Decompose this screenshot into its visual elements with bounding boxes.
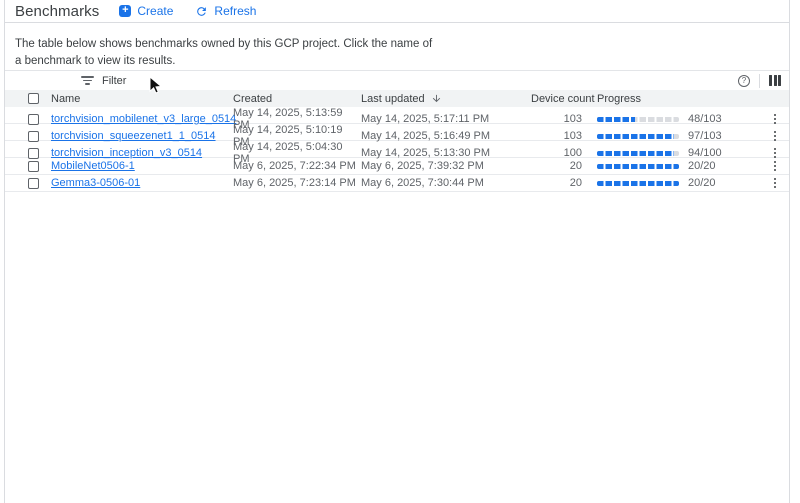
- progress-bar-fill: [597, 181, 679, 186]
- filter-input[interactable]: Filter: [81, 75, 126, 87]
- row-menu-cell: [761, 113, 789, 126]
- device-count-cell: 103: [531, 130, 597, 142]
- table-row: torchvision_inception_v3_0514 May 14, 202…: [5, 141, 789, 158]
- row-checkbox-cell: [28, 131, 51, 142]
- row-checkbox[interactable]: [28, 131, 39, 142]
- select-all-cell: [28, 93, 51, 104]
- toolbar-divider: [759, 74, 760, 88]
- device-count-cell: 20: [531, 160, 597, 172]
- description-line-2: a benchmark to view its results.: [15, 53, 789, 70]
- table-header-row: Name Created Last updated Device count P…: [5, 90, 789, 107]
- kebab-menu-icon[interactable]: [770, 130, 781, 143]
- kebab-menu-icon[interactable]: [770, 177, 781, 190]
- progress-cell: 20/20: [597, 160, 761, 172]
- row-checkbox[interactable]: [28, 178, 39, 189]
- benchmark-name-link[interactable]: Gemma3-0506-01: [51, 177, 140, 189]
- benchmark-name-cell: MobileNet0506-1: [51, 160, 233, 172]
- progress-bar-fill: [597, 134, 674, 139]
- create-button-label: Create: [137, 4, 173, 18]
- column-header-last-updated[interactable]: Last updated: [361, 93, 531, 105]
- refresh-button-label: Refresh: [214, 4, 256, 18]
- kebab-menu-icon[interactable]: [770, 147, 781, 160]
- table-row: torchvision_squeezenet1_1_0514 May 14, 20…: [5, 124, 789, 141]
- device-count-cell: 20: [531, 177, 597, 189]
- table-row: torchvision_mobilenet_v3_large_0514 May 1…: [5, 107, 789, 124]
- last-updated-cell: May 14, 2025, 5:17:11 PM: [361, 113, 531, 125]
- row-menu-cell: [761, 177, 789, 190]
- table-row: MobileNet0506-1 May 6, 2025, 7:22:34 PMMa…: [5, 158, 789, 175]
- benchmark-name-cell: Gemma3-0506-01: [51, 177, 233, 189]
- description-text: The table below shows benchmarks owned b…: [5, 23, 789, 70]
- row-checkbox[interactable]: [28, 114, 39, 125]
- select-all-checkbox[interactable]: [28, 93, 39, 104]
- refresh-icon: [195, 5, 208, 18]
- arrow-down-icon: [431, 93, 442, 104]
- benchmark-name-link[interactable]: MobileNet0506-1: [51, 160, 135, 172]
- benchmarks-panel: Benchmarks + Create Refresh The table be…: [4, 0, 790, 503]
- kebab-menu-icon[interactable]: [770, 113, 781, 126]
- filter-bar: Filter ?: [5, 70, 789, 90]
- last-updated-cell: May 14, 2025, 5:16:49 PM: [361, 130, 531, 142]
- row-checkbox-cell: [28, 178, 51, 189]
- page-title: Benchmarks: [15, 3, 99, 20]
- benchmark-name-link[interactable]: torchvision_squeezenet1_1_0514: [51, 130, 216, 142]
- kebab-menu-icon[interactable]: [770, 160, 781, 173]
- table-body: torchvision_mobilenet_v3_large_0514 May 1…: [5, 107, 789, 192]
- plus-icon: +: [119, 5, 131, 17]
- progress-bar: [597, 164, 679, 169]
- column-header-created[interactable]: Created: [233, 93, 361, 105]
- column-display-icon[interactable]: [769, 75, 781, 86]
- created-cell: May 6, 2025, 7:23:14 PM: [233, 177, 361, 189]
- progress-bar-fill: [597, 151, 674, 156]
- progress-bar: [597, 134, 679, 139]
- table-row: Gemma3-0506-01 May 6, 2025, 7:23:14 PMMay…: [5, 175, 789, 192]
- device-count-cell: 103: [531, 113, 597, 125]
- benchmark-name-link[interactable]: torchvision_inception_v3_0514: [51, 147, 202, 159]
- benchmarks-table: Name Created Last updated Device count P…: [5, 90, 789, 192]
- row-checkbox[interactable]: [28, 148, 39, 159]
- row-menu-cell: [761, 160, 789, 173]
- progress-label: 48/103: [688, 113, 722, 125]
- progress-cell: 20/20: [597, 177, 761, 189]
- benchmark-name-link[interactable]: torchvision_mobilenet_v3_large_0514: [51, 113, 236, 125]
- row-checkbox-cell: [28, 114, 51, 125]
- filter-label: Filter: [102, 75, 126, 87]
- progress-bar-fill: [597, 117, 635, 122]
- row-menu-cell: [761, 147, 789, 160]
- row-checkbox[interactable]: [28, 161, 39, 172]
- progress-bar-fill: [597, 164, 679, 169]
- device-count-cell: 100: [531, 147, 597, 159]
- progress-label: 94/100: [688, 147, 722, 159]
- progress-cell: 97/103: [597, 130, 761, 142]
- progress-cell: 48/103: [597, 113, 761, 125]
- table-toolbar-icons: ?: [738, 74, 781, 88]
- last-updated-cell: May 6, 2025, 7:30:44 PM: [361, 177, 531, 189]
- row-checkbox-cell: [28, 161, 51, 172]
- create-button[interactable]: + Create: [119, 4, 173, 18]
- progress-bar: [597, 151, 679, 156]
- created-cell: May 6, 2025, 7:22:34 PM: [233, 160, 361, 172]
- benchmark-name-cell: torchvision_mobilenet_v3_large_0514: [51, 113, 233, 125]
- progress-label: 97/103: [688, 130, 722, 142]
- column-header-device-count[interactable]: Device count: [531, 93, 597, 105]
- page-header: Benchmarks + Create Refresh: [5, 0, 789, 23]
- last-updated-cell: May 6, 2025, 7:39:32 PM: [361, 160, 531, 172]
- refresh-button[interactable]: Refresh: [195, 4, 256, 18]
- benchmark-name-cell: torchvision_squeezenet1_1_0514: [51, 130, 233, 142]
- column-header-name[interactable]: Name: [51, 93, 233, 105]
- progress-cell: 94/100: [597, 147, 761, 159]
- row-menu-cell: [761, 130, 789, 143]
- filter-list-icon: [81, 76, 94, 85]
- column-header-progress[interactable]: Progress: [597, 93, 761, 105]
- help-icon[interactable]: ?: [738, 75, 750, 87]
- row-checkbox-cell: [28, 148, 51, 159]
- column-header-last-updated-label: Last updated: [361, 93, 425, 105]
- progress-label: 20/20: [688, 177, 716, 189]
- last-updated-cell: May 14, 2025, 5:13:30 PM: [361, 147, 531, 159]
- progress-bar: [597, 181, 679, 186]
- description-line-1: The table below shows benchmarks owned b…: [15, 36, 789, 53]
- progress-bar: [597, 117, 679, 122]
- benchmark-name-cell: torchvision_inception_v3_0514: [51, 147, 233, 159]
- progress-label: 20/20: [688, 160, 716, 172]
